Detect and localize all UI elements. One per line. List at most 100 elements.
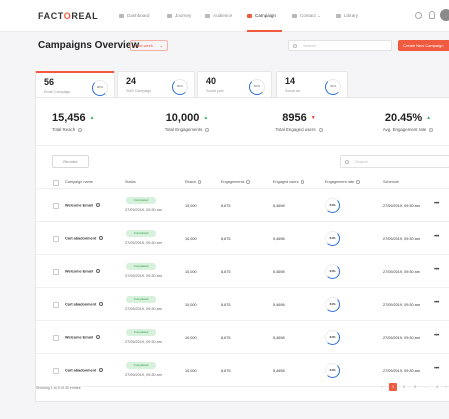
clock-icon [99,236,104,240]
nav-item-audience[interactable]: Audience [205,13,232,18]
table-row[interactable]: Welcome Email Completed 27/09/2019, 09:3… [36,190,449,222]
table-row[interactable]: Welcome Email Completed 27/09/2019, 09:3… [36,322,449,354]
campaign-name[interactable]: Cart abadonment [65,236,104,241]
reach-value: 10,000 [185,204,197,208]
create-campaign-button[interactable]: Create New Campaign [398,40,449,51]
reorder-button[interactable]: Reorder [52,155,89,168]
select-all-checkbox[interactable] [53,180,59,186]
campaign-name[interactable]: Cart abadonment [65,368,104,373]
table-row[interactable]: Cart abadonment Completed 27/09/2019, 09… [36,223,449,255]
nav-item-contact[interactable]: Contact ⌄ [292,13,321,19]
tab-label: Social post [206,89,224,93]
reach-value: 10,000 [185,270,197,274]
search-placeholder: Search [303,43,316,48]
schedule-value: 27/09/2019, 09:30 am [383,336,420,340]
engagement-rate-ring: 34% [325,297,340,312]
pagination-next[interactable]: › [442,383,449,391]
progress-ring: 40% [325,79,341,95]
more-options-icon[interactable]: ••• [434,366,439,372]
table-row[interactable]: Cart abadonment Completed 27/09/2019, 09… [36,289,449,321]
pagination-page[interactable]: 2 [400,383,408,391]
tab-social-ad[interactable]: 14 Social ad 40% [276,71,348,98]
nav-item-label: Library [344,13,359,18]
campaign-name[interactable]: Cart abadonment [65,302,104,307]
table-row[interactable]: Cart abadonment Completed 27/09/2019, 09… [36,355,449,387]
status-date: 27/09/2019, 09:30 am [125,373,162,377]
info-icon[interactable] [205,127,210,132]
info-icon [246,180,250,184]
search-input[interactable]: Search [288,40,392,51]
campaign-name[interactable]: Welcome Email [65,269,100,274]
column-header-engagement-rate[interactable]: Engagement rate [325,180,360,184]
tab-email-campaign[interactable]: 56 Email Campaign 80% [35,71,115,98]
engagements-value: 8,675 [221,270,231,274]
status-date: 27/09/2019, 09:30 am [125,274,162,278]
campaign-icon [247,13,252,18]
row-checkbox[interactable] [53,368,59,374]
tab-social-post[interactable]: 40 Social post 50% [197,71,272,98]
pagination-prev[interactable]: ‹ [378,383,386,391]
column-header-label: Reach [185,180,196,184]
pagination-page[interactable]: 1 [389,383,397,391]
nav-item-dashboard[interactable]: Dashboard [119,13,149,18]
journey-icon [167,13,172,18]
column-header-status[interactable]: Status [125,180,136,184]
library-icon [336,13,341,18]
nav-item-label: Audience [213,13,233,18]
date-filter-dropdown[interactable]: Last week ⌄ [130,40,168,51]
more-options-icon[interactable]: ••• [434,234,439,240]
info-icon [300,180,305,184]
info-icon[interactable] [318,127,323,132]
nav-item-journey[interactable]: Journey [167,13,191,18]
column-header-reach[interactable]: Reach [185,180,202,184]
row-checkbox[interactable] [53,236,59,242]
pagination-page[interactable]: 4 [433,383,441,391]
tab-sms-campaign[interactable]: 24 SMS Campaign 60% [117,71,195,98]
nav-item-campaign[interactable]: Campaign [247,13,276,18]
row-checkbox[interactable] [53,302,59,308]
engaged-users-value: 5,4698 [273,369,285,373]
entries-count: Showing 1 to 5 of 40 entries [36,386,81,390]
engagement-rate-ring: 34% [325,363,340,378]
column-header-engagements[interactable]: Engagements [221,180,250,184]
bell-icon[interactable] [429,11,435,19]
campaign-name[interactable]: Welcome Email [65,203,100,208]
engagement-rate-ring: 34% [325,330,340,345]
reach-value: 10,000 [185,336,197,340]
pagination-page[interactable]: 3 [411,383,419,391]
status-date: 27/09/2019, 09:30 am [125,208,162,212]
schedule-value: 27/09/2019, 09:30 am [383,303,420,307]
column-header-label: Engagements [221,180,245,184]
stat-label: Total Engagements [164,127,203,132]
more-options-icon[interactable]: ••• [434,201,439,207]
campaign-name-text: Welcome Email [65,335,93,340]
column-header-engaged-users[interactable]: Engaged users [273,180,305,184]
audience-icon [205,13,210,18]
gear-icon[interactable] [415,12,422,19]
search-placeholder: Search [355,159,368,164]
campaign-name[interactable]: Welcome Email [65,335,100,340]
more-options-icon[interactable]: ••• [434,333,439,339]
stat-value: 15,456 [52,112,86,124]
logo[interactable]: FACTOREAL [38,11,98,21]
trend-up-icon: ▲ [426,115,432,121]
column-header-name[interactable]: Campaign name [65,180,93,184]
more-options-icon[interactable]: ••• [434,300,439,306]
table-search-input[interactable]: Search [340,155,449,168]
more-options-icon[interactable]: ••• [434,267,439,273]
info-icon[interactable] [429,127,434,132]
nav-item-library[interactable]: Library [336,13,358,18]
active-nav-indicator [247,30,282,32]
clock-icon [99,368,104,372]
clock-icon [95,335,100,339]
engaged-users-value: 5,4698 [273,336,285,340]
row-checkbox[interactable] [53,335,59,341]
stat-value: 10,000 [165,112,200,124]
table-row[interactable]: Welcome Email Completed 27/09/2019, 09:3… [36,256,449,288]
nav-item-label: Contact ⌄ [300,13,321,18]
avatar[interactable] [440,9,449,21]
column-header-schedule[interactable]: Schedule [383,180,399,184]
info-icon[interactable] [78,127,83,132]
row-checkbox[interactable] [53,269,59,275]
row-checkbox[interactable] [53,203,59,209]
